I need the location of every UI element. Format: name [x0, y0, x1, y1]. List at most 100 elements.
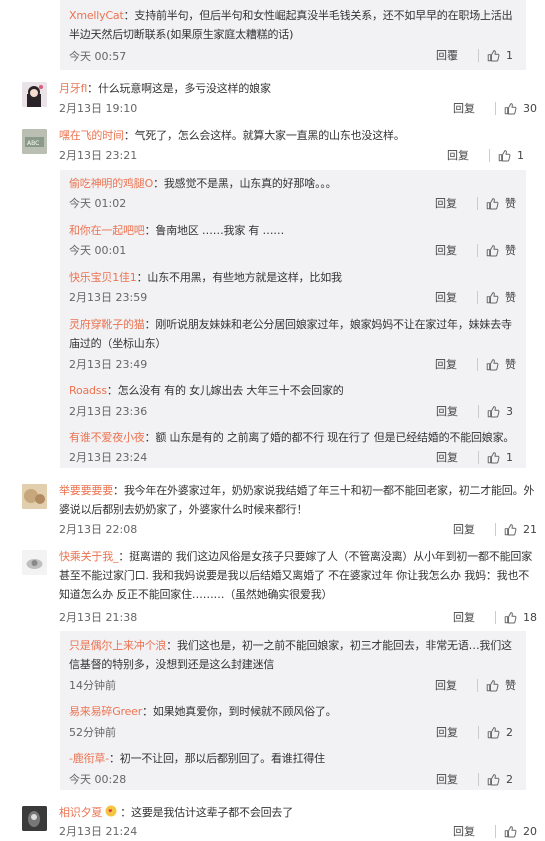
reply-actions: 回复 2 — [436, 724, 516, 740]
like-button[interactable]: 赞 — [486, 356, 516, 372]
like-button[interactable]: 赞 — [486, 289, 516, 305]
reply-button[interactable]: 回复 — [435, 677, 457, 693]
username-link[interactable]: 快乘关于我_ — [59, 550, 119, 563]
avatar[interactable] — [22, 484, 47, 509]
comment-text: 相识夕夏 ：这要是我估计这辈子都不会回去了 — [59, 805, 294, 819]
like-button[interactable]: 1 — [498, 149, 527, 162]
timestamp: 52分钟前 — [69, 726, 116, 739]
timestamp: 2月13日 23:49 — [69, 358, 148, 371]
avatar[interactable] — [22, 82, 47, 107]
sub-reply-item: 有谁不爱夜小夜：额 山东是有的 之前离了婚的都不行 现在行了 但是已经结婚的不能… — [60, 424, 526, 468]
like-count: 18 — [523, 610, 537, 624]
comment-item: 快乘关于我_：挺离谱的 我们这边风俗是女孩子只要嫁了人（不管离没离）从小年到初一… — [22, 550, 537, 625]
thumbs-up-icon — [504, 523, 517, 536]
username-link[interactable]: 举要要要要 — [59, 484, 113, 497]
reply-button[interactable]: 回覆 — [436, 47, 458, 63]
reply-button[interactable]: 回复 — [435, 289, 457, 305]
avatar-image — [22, 550, 47, 575]
reply-button[interactable]: 回复 — [453, 609, 475, 625]
username-link[interactable]: XmellyCat — [69, 9, 124, 22]
comment-text: 嘿在飞的时间：气死了，怎么会这样。就算大家一直黑的山东也没这样。 — [59, 129, 405, 142]
avatar-image — [22, 806, 47, 831]
timestamp: 今天 00:28 — [69, 773, 127, 786]
avatar-image: ABC — [22, 129, 47, 154]
avatar[interactable]: ABC — [22, 129, 47, 154]
like-button[interactable]: 赞 — [486, 242, 516, 258]
comment-actions: 回复 1 — [447, 147, 527, 163]
reply-button[interactable]: 回复 — [436, 449, 458, 465]
like-button[interactable]: 赞 — [486, 195, 516, 211]
like-button[interactable]: 1 — [487, 451, 516, 464]
sub-reply-xmellycat: XmellyCat：支持前半句，但后半句和女性崛起真没半毛钱关系，还不如早早的在… — [60, 0, 526, 70]
like-button[interactable]: 18 — [504, 611, 537, 624]
divider — [477, 678, 478, 692]
reply-text: Roadss：怎么没有 有的 女儿嫁出去 大年三十不会回家的 — [69, 384, 344, 397]
thumbs-up-icon — [487, 726, 500, 739]
avatar[interactable] — [22, 550, 47, 575]
divider — [495, 824, 496, 838]
username-link[interactable]: 偷吃神明的鸡腿O — [69, 177, 153, 190]
reply-button[interactable]: 回复 — [435, 195, 457, 211]
avatar-image — [22, 484, 47, 509]
timestamp: 2月13日 23:24 — [69, 451, 148, 464]
like-button[interactable]: 2 — [487, 773, 516, 786]
like-button[interactable]: 3 — [487, 405, 516, 418]
comment-item: 相识夕夏 ：这要是我估计这辈子都不会回去了 2月13日 21:24 回复 20 — [22, 805, 537, 841]
divider — [478, 48, 479, 62]
reply-button[interactable]: 回复 — [447, 147, 469, 163]
username-link[interactable]: 灵府穿靴子的猫 — [69, 318, 145, 331]
timestamp: 2月13日 23:21 — [59, 149, 138, 162]
comment-text: 月牙fl：什么玩意啊这是，多亏没这样的娘家 — [59, 82, 271, 95]
timestamp: 今天 00:57 — [69, 50, 127, 63]
reply-button[interactable]: 回复 — [436, 724, 458, 740]
username-link[interactable]: 嘿在飞的时间 — [59, 129, 124, 142]
thumbs-up-icon — [498, 149, 511, 162]
username-link[interactable]: -鹿衔草- — [69, 752, 109, 765]
like-count: 2 — [506, 725, 513, 739]
reply-button[interactable]: 回复 — [436, 771, 458, 787]
avatar[interactable] — [22, 806, 47, 831]
reply-text: 易来易碎Greer：如果她真爱你，到时候就不顾风俗了。 — [69, 705, 337, 718]
username-link[interactable]: 有谁不爱夜小夜 — [69, 431, 145, 444]
username-link[interactable]: 和你在一起吧吧 — [69, 224, 145, 237]
username-link[interactable]: 相识夕夏 — [59, 806, 102, 819]
reply-button[interactable]: 回复 — [435, 356, 457, 372]
reply-button[interactable]: 回复 — [453, 823, 475, 839]
like-button[interactable]: 30 — [504, 102, 537, 115]
like-button[interactable]: 21 — [504, 523, 537, 536]
reply-button[interactable]: 回复 — [453, 100, 475, 116]
like-button[interactable]: 2 — [487, 726, 516, 739]
like-count: 30 — [523, 101, 537, 115]
sub-reply-item: 和你在一起吧吧：鲁南地区 ……我家 有 …… 今天 00:01 回复 赞 — [60, 217, 526, 264]
like-count: 2 — [506, 772, 513, 786]
reply-text: 灵府穿靴子的猫：刚听说朋友妹妹和老公分居回娘家过年，娘家妈妈不让在家过年，妹妹去… — [69, 318, 512, 350]
username-link[interactable]: 月牙fl — [59, 82, 87, 95]
comment-item: 举要要要要：我今年在外婆家过年，奶奶家说我结婚了年三十和初一都不能回老家，初二才… — [22, 484, 537, 536]
thumbs-up-icon — [487, 773, 500, 786]
sub-replies-panel: 只是偶尔上来冲个浪：我们这也是，初一之前不能回娘家，初三才能回去，非常无语…我们… — [60, 631, 526, 790]
like-button[interactable]: 1 — [487, 49, 516, 62]
sub-reply-item: 易来易碎Greer：如果她真爱你，到时候就不顾风俗了。 52分钟前 回复 2 — [60, 697, 526, 744]
timestamp: 14分钟前 — [69, 679, 116, 692]
thumbs-up-icon — [486, 358, 499, 371]
divider — [489, 148, 490, 162]
timestamp: 2月13日 21:24 — [59, 825, 138, 838]
reply-button[interactable]: 回复 — [453, 521, 475, 537]
reply-button[interactable]: 回复 — [436, 403, 458, 419]
thumbs-up-icon — [487, 49, 500, 62]
like-count: 赞 — [505, 358, 516, 371]
comment-actions: 回复 20 — [453, 823, 537, 839]
username-link[interactable]: 快乐宝贝1佳1 — [69, 271, 137, 284]
thumbs-up-icon — [487, 451, 500, 464]
thumbs-up-icon — [487, 405, 500, 418]
reply-actions: 回复 赞 — [435, 289, 516, 305]
username-link[interactable]: Roadss — [69, 384, 107, 397]
reply-button[interactable]: 回复 — [435, 242, 457, 258]
sub-replies-panel: 偷吃神明的鸡腿O：我感觉不是黑，山东真的好那啥。。。 今天 01:02 回复赞 … — [60, 170, 526, 468]
like-button[interactable]: 20 — [504, 825, 537, 838]
like-count: 1 — [517, 148, 524, 162]
like-count: 赞 — [505, 679, 516, 692]
username-link[interactable]: 易来易碎Greer — [69, 705, 142, 718]
like-button[interactable]: 赞 — [486, 677, 516, 693]
username-link[interactable]: 只是偶尔上来冲个浪 — [69, 639, 166, 652]
